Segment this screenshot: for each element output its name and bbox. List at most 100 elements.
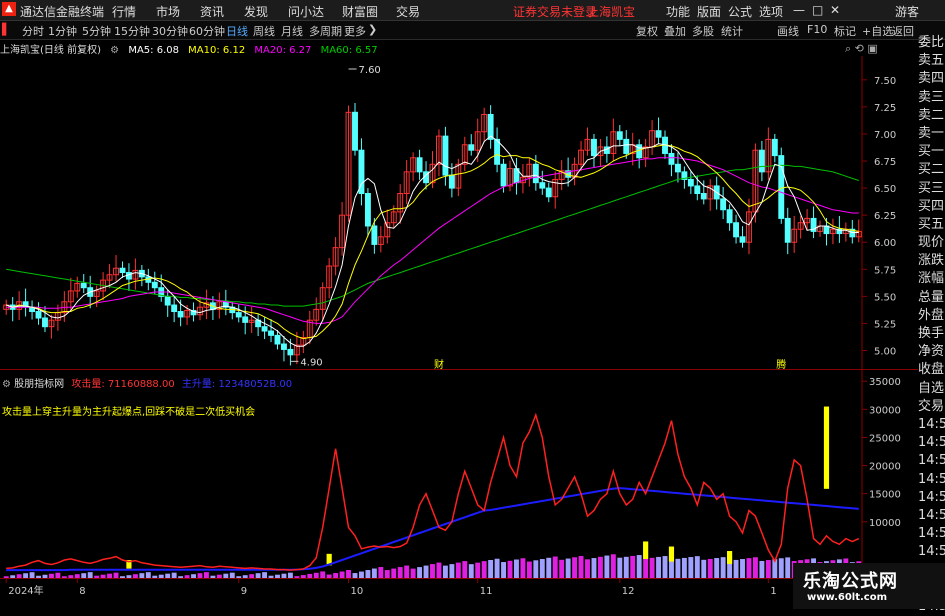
- candle-body: [823, 225, 830, 235]
- back-button[interactable]: 返回: [892, 23, 914, 39]
- event-marker[interactable]: 腾: [776, 358, 786, 370]
- menu-quotes[interactable]: 行情: [112, 3, 136, 20]
- volume-bar: [223, 573, 229, 578]
- volume-bar: [275, 574, 280, 578]
- volume-bar: [720, 557, 726, 578]
- top-menu-bar: ▲ 通达信金融终端 行情 市场 资讯 发现 问小达 财富圈 交易 证券交易未登录…: [0, 0, 945, 21]
- period-tab-more[interactable]: 更多: [344, 23, 366, 39]
- guest-label[interactable]: 游客: [895, 3, 919, 20]
- candle-body: [771, 138, 778, 157]
- settings-icon[interactable]: ⚙: [110, 45, 119, 56]
- price-tick-label: 6.00: [874, 238, 896, 249]
- period-tab-intraday[interactable]: 分时: [22, 23, 44, 39]
- candle-body: [545, 187, 552, 198]
- volume-bar: [514, 559, 519, 578]
- volume-bar: [701, 559, 707, 578]
- volume-bar: [242, 575, 248, 578]
- period-tab-60min[interactable]: 60分钟: [189, 23, 225, 39]
- candle-body: [274, 334, 281, 345]
- volume-bar: [501, 562, 506, 578]
- volume-bar: [229, 572, 235, 578]
- refresh-icon[interactable]: ⟲: [855, 42, 864, 55]
- side-panel-item[interactable]: 交易: [918, 398, 945, 416]
- period-tab-5min[interactable]: 5分钟: [82, 23, 111, 39]
- volume-bar: [597, 556, 603, 578]
- side-panel-item: 卖四: [918, 71, 945, 87]
- trigger-bar: [823, 406, 830, 489]
- multi-stock-button[interactable]: 多股: [692, 23, 714, 39]
- overlay-button[interactable]: 叠加: [664, 23, 686, 39]
- expand-icon[interactable]: ▣: [867, 42, 877, 55]
- candle-body: [591, 138, 597, 157]
- stats-button[interactable]: 统计: [721, 23, 743, 39]
- volume-bar: [87, 572, 93, 578]
- volume-bar: [94, 575, 100, 578]
- volume-bar: [397, 567, 403, 578]
- candle-body: [42, 317, 48, 328]
- more-arrow-icon[interactable]: ❯: [368, 23, 377, 36]
- candle-body: [448, 174, 455, 189]
- period-tab-30min[interactable]: 30分钟: [152, 23, 188, 39]
- chart-tools: ⌕ ⟲ ▣: [845, 42, 878, 56]
- volume-bar: [662, 556, 668, 578]
- period-tab-monthly[interactable]: 月线: [281, 23, 303, 39]
- quote-side-panel: 委比 卖五 卖四 卖三 卖二 卖一 买一 买二 买三 买四 买五 现价 涨跌 涨幅 总量 外盘 换手 净资 收盘 自选…: [918, 34, 945, 616]
- attack-volume-line: [6, 412, 860, 571]
- menu-ask[interactable]: 问小达: [288, 3, 324, 20]
- period-tab-daily[interactable]: 日线: [226, 23, 248, 39]
- f10-button[interactable]: F10: [807, 23, 827, 36]
- fq-button[interactable]: 复权: [636, 23, 658, 39]
- volume-bar: [585, 559, 590, 578]
- candlestick-chart[interactable]: 7.50 7.25 7.00 6.75 6.50 6.25 6.00 5.75 5.50 5.25…: [0, 56, 918, 370]
- volume-bar: [391, 568, 397, 578]
- menu-icon[interactable]: ▌: [2, 23, 10, 36]
- maximize-button[interactable]: □: [812, 3, 823, 17]
- minimize-button[interactable]: —: [793, 3, 805, 17]
- volume-bar: [436, 562, 442, 578]
- add-watchlist-button[interactable]: +自选: [862, 23, 893, 39]
- side-panel-item: 卖一: [918, 125, 945, 141]
- price-tick-label: 6.75: [874, 157, 896, 168]
- candle-body: [416, 157, 423, 173]
- period-tab-multi[interactable]: 多周期: [309, 23, 342, 39]
- candle-body: [80, 282, 87, 289]
- menu-options[interactable]: 选项: [759, 3, 783, 20]
- zoom-icon[interactable]: ⌕: [845, 42, 851, 55]
- draw-button[interactable]: 画线: [777, 23, 799, 39]
- volume-bar: [733, 559, 739, 578]
- price-tick-label: 7.50: [874, 76, 896, 87]
- menu-layout[interactable]: 版面: [697, 3, 721, 20]
- side-panel-item[interactable]: 自选: [918, 380, 945, 398]
- candle-body: [261, 326, 268, 332]
- menu-news[interactable]: 资讯: [200, 3, 224, 20]
- login-notice[interactable]: 证券交易未登录: [513, 3, 597, 20]
- period-tab-1min[interactable]: 1分钟: [48, 23, 77, 39]
- volume-bar: [417, 567, 423, 578]
- menu-trade[interactable]: 交易: [396, 3, 420, 20]
- volume-bar: [714, 558, 720, 578]
- volume-bar: [675, 558, 681, 578]
- indicator-chart[interactable]: 35000 30000 25000 20000 15000 10000 2024年 8 9 10 1…: [0, 370, 918, 598]
- candle-body: [668, 152, 675, 165]
- volume-bar: [785, 557, 791, 578]
- volume-bar: [145, 572, 151, 578]
- side-panel-item: 14:5: [918, 435, 945, 451]
- mark-button[interactable]: 标记: [834, 23, 856, 39]
- menu-wealth[interactable]: 财富圈: [342, 3, 378, 20]
- candle-body: [532, 163, 539, 184]
- volume-bar: [462, 561, 468, 578]
- period-tab-15min[interactable]: 15分钟: [114, 23, 150, 39]
- price-tick-label: 5.75: [874, 265, 896, 276]
- candle-body: [500, 163, 507, 187]
- menu-market[interactable]: 市场: [156, 3, 180, 20]
- menu-function[interactable]: 功能: [666, 3, 690, 20]
- event-marker[interactable]: 财: [434, 358, 444, 370]
- volume-bar: [359, 571, 364, 578]
- volume-bar: [68, 575, 74, 578]
- close-button[interactable]: ✕: [830, 3, 840, 17]
- candle-body: [784, 217, 791, 243]
- period-tab-weekly[interactable]: 周线: [253, 23, 275, 39]
- menu-formula[interactable]: 公式: [728, 3, 752, 20]
- candle-body: [539, 182, 546, 189]
- menu-discover[interactable]: 发现: [244, 3, 268, 20]
